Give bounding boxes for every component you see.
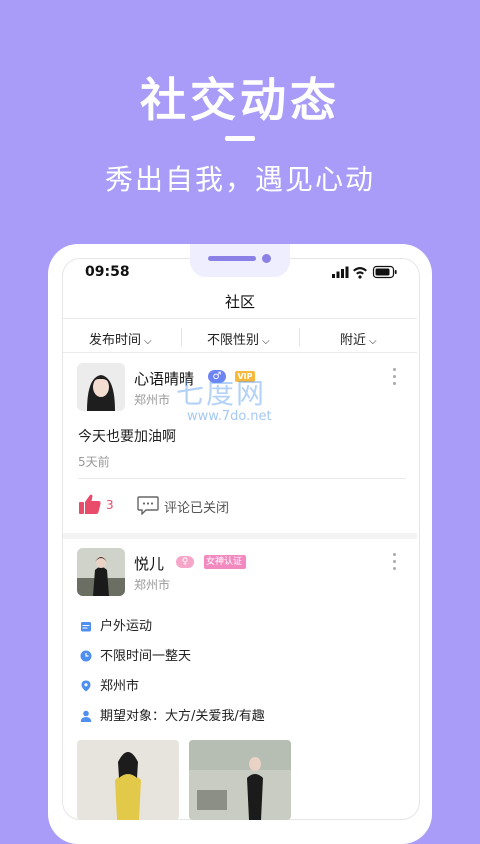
- phone-notch: [190, 244, 290, 277]
- detail-location: 郑州市: [80, 675, 139, 694]
- thumbs-up-icon[interactable]: [79, 494, 101, 514]
- detail-text: 期望对象：大方/关爱我/有趣: [100, 709, 265, 724]
- detail-time: 不限时间一整天: [80, 645, 191, 664]
- chevron-down-icon: ⌵: [369, 336, 377, 347]
- post-separator: [63, 533, 417, 539]
- status-icons: [332, 265, 397, 279]
- more-options-icon[interactable]: [393, 553, 397, 574]
- chevron-down-icon: ⌵: [144, 336, 152, 347]
- filter-nearby[interactable]: 附近 ⌵: [340, 329, 377, 348]
- female-icon: ♀: [176, 556, 194, 568]
- avatar[interactable]: [77, 548, 125, 596]
- signal-icon: [332, 266, 349, 278]
- detail-text: 郑州市: [100, 679, 140, 694]
- status-time: 09:58: [85, 264, 130, 280]
- detail-text: 不限时间一整天: [100, 649, 192, 664]
- filter-publish-time[interactable]: 发布时间 ⌵: [89, 329, 152, 348]
- detail-expectation: 期望对象：大方/关爱我/有趣: [80, 705, 265, 724]
- clock-icon: [80, 650, 92, 662]
- user-city: 郑州市: [134, 393, 171, 407]
- camera-icon: [262, 254, 271, 263]
- filter-label: 不限性别: [207, 333, 260, 348]
- post-photo-image: [189, 740, 291, 820]
- like-count: 3: [106, 498, 114, 512]
- wifi-icon: [353, 267, 367, 279]
- post-photo-image: [77, 740, 179, 820]
- hero-title: 社交动态: [140, 73, 340, 127]
- goddess-badge-label: 女神认证: [206, 557, 243, 567]
- filter-divider: [63, 352, 417, 353]
- filter-separator: [299, 328, 300, 346]
- watermark-logo: 七度网: [176, 377, 267, 410]
- page-title: 社区: [224, 293, 255, 311]
- hero-divider: [225, 136, 255, 141]
- post-photo[interactable]: [77, 740, 179, 820]
- nav-divider: [63, 318, 417, 319]
- avatar-photo: [77, 548, 125, 596]
- person-icon: [80, 710, 92, 722]
- hero-subtitle: 秀出自我，遇见心动: [104, 163, 375, 196]
- more-options-icon[interactable]: [393, 368, 397, 389]
- comment-status: 评论已关闭: [164, 501, 230, 516]
- post-divider: [78, 478, 406, 479]
- post-time: 5天前: [78, 455, 110, 469]
- chevron-down-icon: ⌵: [262, 336, 270, 347]
- filter-separator: [181, 328, 182, 346]
- detail-activity: 户外运动: [80, 615, 152, 634]
- filter-label: 附近: [340, 333, 367, 348]
- user-city: 郑州市: [134, 578, 171, 592]
- filter-label: 发布时间: [89, 333, 142, 348]
- battery-icon: [372, 265, 397, 279]
- avatar-photo: [77, 363, 125, 411]
- goddess-verified-badge: 女神认证: [204, 555, 247, 569]
- watermark-url: www.7do.net: [187, 409, 272, 424]
- avatar[interactable]: [77, 363, 125, 411]
- speaker-icon: [208, 256, 256, 261]
- comment-icon[interactable]: [137, 496, 159, 515]
- detail-text: 户外运动: [100, 619, 153, 634]
- post-photo[interactable]: [189, 740, 291, 820]
- calendar-icon: [81, 622, 91, 632]
- filter-gender[interactable]: 不限性别 ⌵: [207, 329, 270, 348]
- location-icon: [81, 680, 91, 692]
- post-text: 今天也要加油啊: [78, 429, 176, 445]
- user-name[interactable]: 悦儿: [134, 553, 164, 574]
